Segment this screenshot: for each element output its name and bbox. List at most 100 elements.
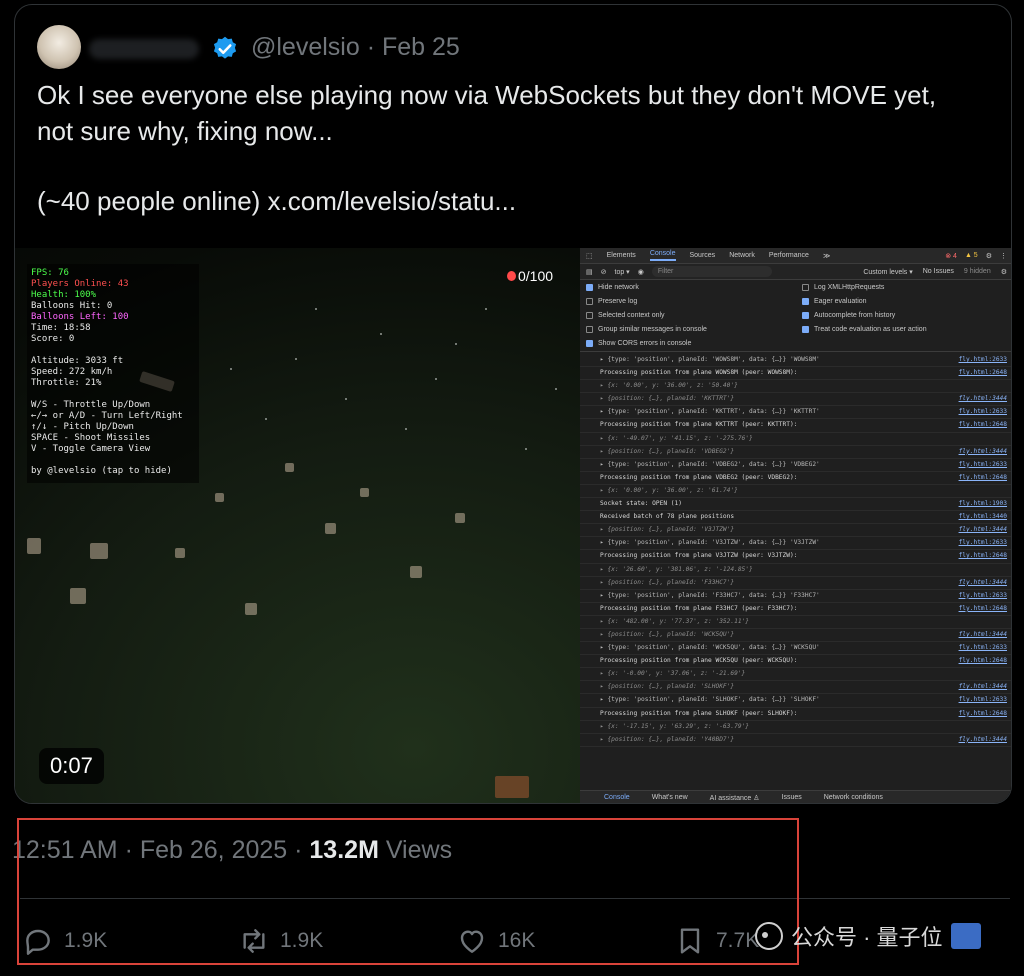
setting-cors-errors[interactable]: Show CORS errors in console [586, 340, 802, 347]
setting-selected-context[interactable]: Selected context only [586, 312, 802, 319]
console-log-source-link[interactable]: fly.html:3444 [959, 577, 1007, 589]
handle-and-date[interactable]: @levelsio · Feb 25 [251, 33, 460, 62]
context-selector[interactable]: top ▾ [615, 268, 630, 276]
console-log-source-link[interactable]: fly.html:3444 [959, 393, 1007, 405]
kebab-menu-icon[interactable]: ⋮ [1000, 252, 1007, 260]
drawer-tab-network-conditions[interactable]: Network conditions [824, 794, 883, 801]
more-tabs-icon[interactable]: ≫ [823, 252, 830, 260]
console-log-list[interactable]: ▸ {type: 'position', planeId: 'WOWS8M', … [580, 352, 1011, 747]
console-log-row[interactable]: ▸ {x: '482.00', y: '77.37', z: '352.11'} [580, 616, 1011, 629]
console-log-source-link[interactable]: fly.html:2633 [959, 642, 1007, 654]
console-log-source-link[interactable]: fly.html:2648 [959, 603, 1007, 615]
hud-credit[interactable]: by @levelsio (tap to hide) [31, 466, 195, 477]
warning-count[interactable]: ▲ 5 [965, 252, 978, 260]
drawer-tab-ai-assistance[interactable]: AI assistance ♙ [710, 794, 760, 802]
setting-eager-evaluation[interactable]: Eager evaluation [802, 298, 1011, 305]
console-log-row[interactable]: ▸ {type: 'position', planeId: 'F33HC7', … [580, 590, 1011, 603]
console-log-source-link[interactable]: fly.html:3444 [959, 681, 1007, 693]
live-expression-eye-icon[interactable]: ◉ [638, 268, 644, 276]
drawer-tab-issues[interactable]: Issues [782, 794, 802, 801]
console-log-row[interactable]: ▸ {x: '-0.00', y: '37.06', z: '-21.69'} [580, 668, 1011, 682]
drawer-tab-console[interactable]: Console [604, 794, 630, 801]
console-log-row[interactable]: Processing position from plane VDBEG2 (p… [580, 472, 1011, 485]
console-log-row[interactable]: ▸ {position: {…}, planeId: 'VDBEG2'} fly.… [580, 446, 1011, 459]
console-log-row[interactable]: ▸ {position: {…}, planeId: 'SLHOKF'} fly.… [580, 681, 1011, 695]
setting-preserve-log[interactable]: Preserve log [586, 298, 802, 305]
console-log-row[interactable]: ▸ {position: {…}, planeId: 'WCK5QU'} fly.… [580, 629, 1011, 643]
console-log-row[interactable]: ▸ {position: {…}, planeId: 'F33HC7'} fly.… [580, 577, 1011, 590]
console-log-source-link[interactable]: fly.html:2633 [959, 354, 1007, 366]
console-settings-gear-icon[interactable]: ⚙ [1001, 268, 1007, 276]
error-count[interactable]: ⊗ 4 [945, 252, 957, 260]
console-log-row[interactable]: Processing position from plane V3JTZW (p… [580, 550, 1011, 564]
console-log-source-link[interactable]: fly.html:2648 [959, 550, 1007, 562]
clear-console-icon[interactable]: ⊘ [601, 268, 607, 276]
tab-sources[interactable]: Sources [690, 252, 716, 259]
console-log-row[interactable]: ▸ {x: '0.00', y: '36.00', z: '61.74'} [580, 485, 1011, 499]
console-log-source-link[interactable]: fly.html:2633 [959, 694, 1007, 706]
console-log-row[interactable]: ▸ {type: 'position', planeId: 'V3JTZW', … [580, 537, 1011, 551]
inspect-icon[interactable]: ⬚ [586, 252, 593, 260]
console-log-row[interactable]: ▸ {x: '-49.07', y: '41.15', z: '-275.76'… [580, 433, 1011, 446]
console-log-row[interactable]: ▸ {position: {…}, planeId: 'V3JTZW'} fly.… [580, 524, 1011, 538]
console-log-row[interactable]: ▸ {type: 'position', planeId: 'VDBEG2', … [580, 459, 1011, 472]
setting-autocomplete[interactable]: Autocomplete from history [802, 312, 1011, 319]
console-log-row[interactable]: Processing position from plane SLHOKF (p… [580, 708, 1011, 721]
sidebar-toggle-icon[interactable]: ▤ [586, 268, 593, 276]
console-log-source-link[interactable]: fly.html:2648 [959, 655, 1007, 667]
hidden-count: 9 hidden [963, 267, 991, 275]
tab-elements[interactable]: Elements [607, 252, 636, 259]
console-log-source-link[interactable]: fly.html:2648 [959, 472, 1007, 484]
tab-performance[interactable]: Performance [769, 252, 809, 259]
console-log-row[interactable]: ▸ {position: {…}, planeId: 'KKTTRT'} fly.… [580, 393, 1011, 407]
log-levels-dropdown[interactable]: Custom levels ▾ [863, 268, 912, 276]
console-log-row[interactable]: Processing position from plane WOWS8M (p… [580, 367, 1011, 381]
setting-log-xhr[interactable]: Log XMLHttpRequests [802, 284, 1011, 291]
balloon-icon [507, 271, 516, 281]
console-log-row[interactable]: ▸ {type: 'position', planeId: 'SLHOKF', … [580, 694, 1011, 708]
console-log-row[interactable]: Processing position from plane WCK5QU (p… [580, 655, 1011, 669]
console-log-source-link[interactable]: fly.html:1903 [959, 498, 1007, 510]
console-log-row[interactable]: ▸ {type: 'position', planeId: 'KKTTRT', … [580, 406, 1011, 420]
console-log-source-link[interactable]: fly.html:3444 [959, 629, 1007, 641]
console-log-source-link[interactable]: fly.html:2633 [959, 537, 1007, 549]
devtools-panel[interactable]: ⬚ Elements Console Sources Network Perfo… [580, 248, 1011, 803]
console-log-row[interactable]: ▸ {x: '0.00', y: '36.00', z: '50.40'} [580, 380, 1011, 394]
issues-counter[interactable]: No Issues [923, 268, 954, 276]
console-log-text: Processing position from plane WOWS8M (p… [600, 369, 798, 377]
console-log-row[interactable]: ▸ {x: '26.60', y: '381.06', z: '-124.85'… [580, 564, 1011, 577]
console-log-source-link[interactable]: fly.html:3440 [959, 511, 1007, 523]
console-log-source-link[interactable]: fly.html:2648 [959, 708, 1007, 720]
console-log-source-link[interactable]: fly.html:3444 [959, 524, 1007, 536]
console-log-row[interactable]: ▸ {x: '-17.15', y: '63.29', z: '-63.79'} [580, 721, 1011, 734]
console-log-source-link[interactable]: fly.html:2633 [959, 459, 1007, 471]
tweet-card[interactable]: @levelsio · Feb 25 Ok I see everyone els… [14, 4, 1012, 804]
console-log-row[interactable]: ▸ {position: {…}, planeId: 'Y40BD7'} fly.… [580, 734, 1011, 747]
hud-balloons-left: Balloons Left: 100 [31, 312, 129, 322]
console-log-row[interactable]: ▸ {type: 'position', planeId: 'WOWS8M', … [580, 354, 1011, 368]
console-filter-input[interactable]: Filter [651, 266, 772, 277]
tab-network[interactable]: Network [729, 252, 755, 259]
settings-gear-icon[interactable]: ⚙ [986, 252, 992, 260]
console-log-row[interactable]: Received batch of 78 plane positions fly.… [580, 511, 1011, 525]
console-log-source-link[interactable]: fly.html:2633 [959, 590, 1007, 602]
game-hud[interactable]: FPS: 76 Players Online: 43 Health: 100% … [27, 264, 199, 483]
video-player[interactable]: FPS: 76 Players Online: 43 Health: 100% … [15, 248, 1011, 803]
console-log-source-link[interactable]: fly.html:2648 [959, 367, 1007, 379]
console-log-row[interactable]: Socket state: OPEN (1) fly.html:1903 [580, 498, 1011, 512]
console-log-row[interactable]: ▸ {type: 'position', planeId: 'WCK5QU', … [580, 642, 1011, 656]
console-log-source-link[interactable]: fly.html:3444 [959, 446, 1007, 458]
setting-hide-network[interactable]: Hide network [586, 284, 802, 291]
console-log-source-link[interactable]: fly.html:2633 [959, 406, 1007, 418]
console-log-source-link[interactable]: fly.html:2648 [959, 419, 1007, 431]
avatar[interactable] [37, 25, 81, 69]
setting-group-similar[interactable]: Group similar messages in console [586, 326, 802, 333]
console-log-row[interactable]: Processing position from plane F33HC7 (p… [580, 603, 1011, 616]
console-log-row[interactable]: Processing position from plane KKTTRT (p… [580, 419, 1011, 433]
drawer-tab-whats-new[interactable]: What's new [652, 794, 688, 801]
tweet-line-3[interactable]: (~40 people online) x.com/levelsio/statu… [37, 183, 987, 219]
console-log-text: ▸ {type: 'position', planeId: 'WCK5QU', … [600, 644, 820, 652]
tab-console[interactable]: Console [649, 250, 676, 261]
setting-treat-eval[interactable]: Treat code evaluation as user action [802, 326, 1011, 333]
console-log-source-link[interactable]: fly.html:3444 [959, 734, 1007, 746]
